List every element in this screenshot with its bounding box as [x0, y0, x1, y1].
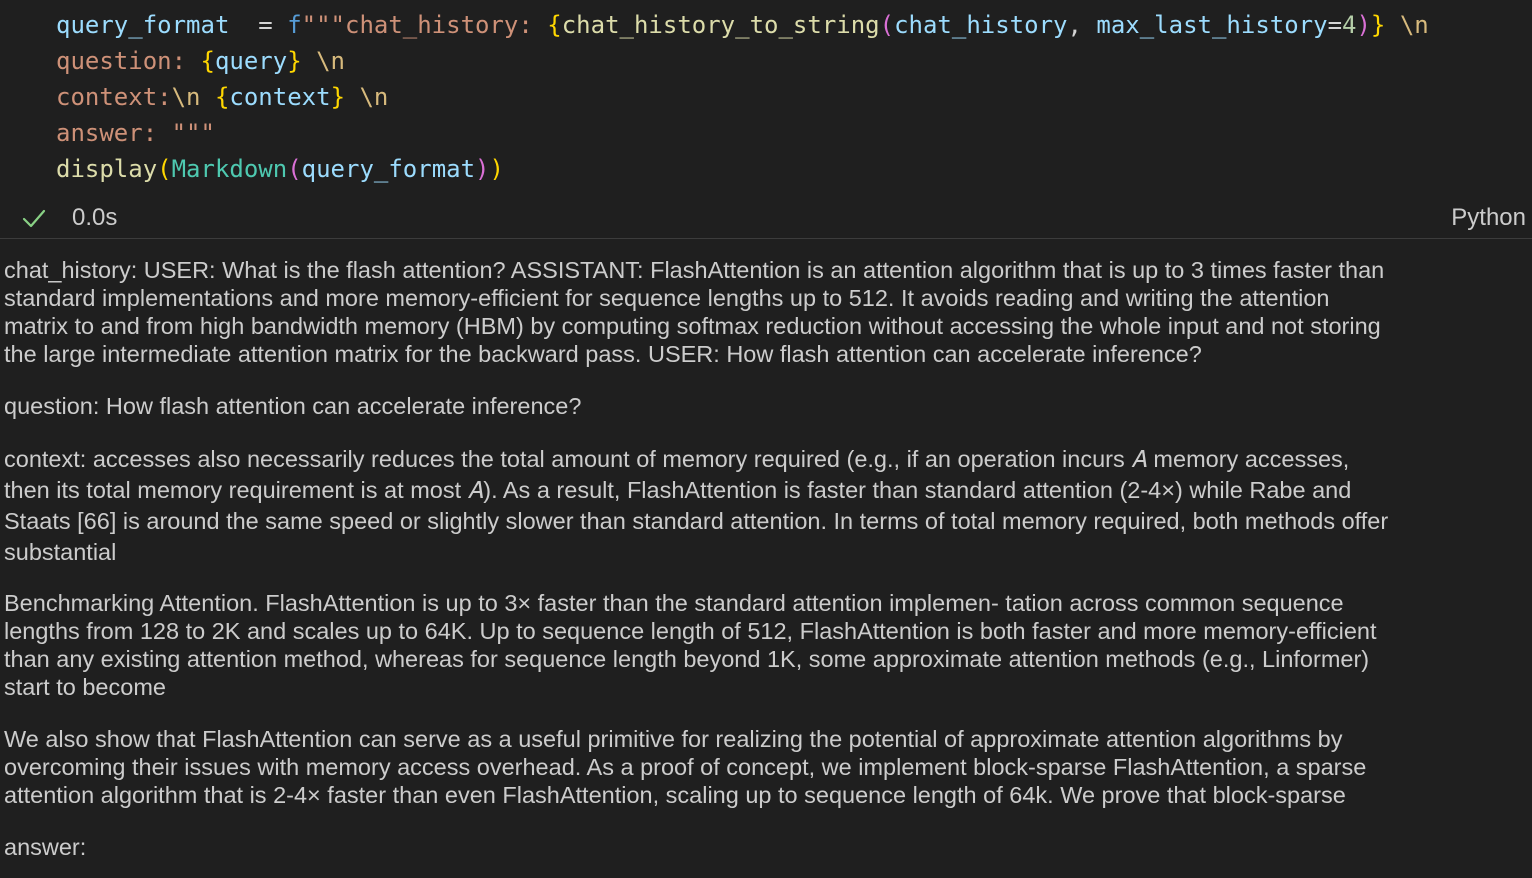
code-token: chat_history	[894, 11, 1068, 39]
code-token: (	[287, 155, 302, 183]
code-token: )	[489, 155, 504, 183]
code-token: context:	[56, 83, 172, 111]
code-token: {	[214, 83, 230, 111]
execution-time: 0.0s	[72, 204, 118, 231]
code-token: }	[1370, 11, 1386, 39]
notebook-view: query_format = f"""chat_history: {chat_h…	[0, 0, 1532, 878]
output-primitive-paragraph: We also show that FlashAttention can ser…	[4, 726, 1367, 808]
code-cell[interactable]: query_format = f"""chat_history: {chat_h…	[0, 0, 1532, 196]
output-context: context: accesses also necessarily reduc…	[4, 446, 1389, 565]
code-token: )	[475, 155, 490, 183]
cell-status-bar: 0.0s Python	[0, 198, 1532, 239]
cell-language-label[interactable]: Python	[1451, 205, 1526, 231]
output-benchmark-paragraph: Benchmarking Attention. FlashAttention i…	[4, 590, 1377, 700]
code-token: (	[157, 155, 172, 183]
code-token: =	[1327, 11, 1343, 39]
cell-output: chat_history: USER: What is the flash at…	[4, 256, 1528, 861]
code-token: =	[229, 11, 288, 39]
code-token: }	[330, 83, 346, 111]
code-token: display	[56, 155, 158, 183]
code-line-5: display(Markdown(query_format))	[56, 154, 504, 184]
code-line-1: query_format = f"""chat_history: {chat_h…	[56, 10, 1429, 40]
code-token: chat_history_to_string	[561, 11, 880, 39]
code-token: """chat_history:	[301, 11, 548, 39]
code-line-4: answer: """	[56, 118, 215, 148]
code-token: Markdown	[171, 155, 288, 183]
output-chat-history: chat_history: USER: What is the flash at…	[4, 257, 1385, 367]
code-token: }	[287, 47, 302, 75]
code-token: f	[287, 11, 302, 39]
code-token: \n	[359, 83, 389, 111]
code-token: )	[1356, 11, 1371, 39]
code-token: \n	[171, 83, 201, 111]
code-token: ,	[1067, 11, 1097, 39]
code-token: \n	[316, 47, 346, 75]
code-token: query_format	[56, 11, 230, 39]
code-token: {	[547, 11, 562, 39]
code-token: question:	[56, 47, 201, 75]
check-icon	[20, 204, 48, 232]
code-token: query	[214, 47, 288, 75]
output-question: question: How flash attention can accele…	[4, 393, 582, 419]
code-token: context	[229, 83, 331, 111]
code-token: max_last_history	[1096, 11, 1328, 39]
code-token: {	[200, 47, 215, 75]
output-answer: answer:	[4, 834, 87, 860]
code-line-3: context:\n {context} \n	[56, 82, 388, 112]
code-token: (	[879, 11, 895, 39]
code-token: answer: """	[56, 119, 215, 147]
code-token: 4	[1342, 11, 1357, 39]
code-token: \n	[1399, 11, 1429, 39]
code-line-2: question: {query} \n	[56, 46, 345, 76]
code-token: query_format	[301, 155, 476, 183]
